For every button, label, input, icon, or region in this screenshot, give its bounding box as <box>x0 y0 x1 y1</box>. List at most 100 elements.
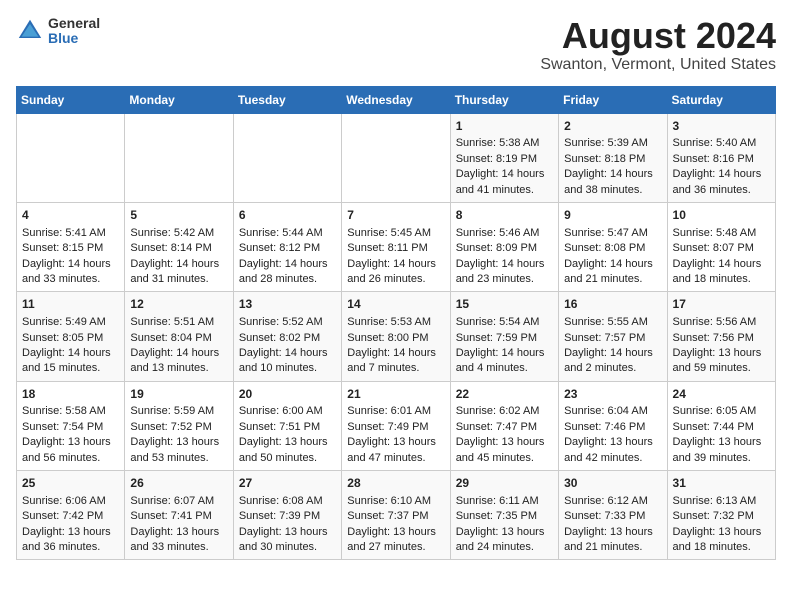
calendar-cell: 3Sunrise: 5:40 AMSunset: 8:16 PMDaylight… <box>667 113 775 202</box>
cell-text: Daylight: 13 hours <box>22 435 119 450</box>
day-number: 13 <box>239 296 336 313</box>
calendar-cell: 31Sunrise: 6:13 AMSunset: 7:32 PMDayligh… <box>667 471 775 560</box>
cell-text: Daylight: 14 hours <box>673 167 770 182</box>
cell-text: Sunrise: 5:42 AM <box>130 226 227 241</box>
cell-text: Daylight: 14 hours <box>564 167 661 182</box>
day-number: 19 <box>130 386 227 403</box>
col-header-sunday: Sunday <box>17 86 125 113</box>
calendar-cell: 26Sunrise: 6:07 AMSunset: 7:41 PMDayligh… <box>125 471 233 560</box>
logo: General Blue <box>16 16 100 47</box>
cell-text: and 39 minutes. <box>673 451 770 466</box>
day-number: 28 <box>347 475 444 492</box>
cell-text: and 50 minutes. <box>239 451 336 466</box>
cell-text: and 13 minutes. <box>130 361 227 376</box>
calendar-cell <box>17 113 125 202</box>
cell-text: Sunrise: 5:52 AM <box>239 315 336 330</box>
calendar-cell: 28Sunrise: 6:10 AMSunset: 7:37 PMDayligh… <box>342 471 450 560</box>
cell-text: Sunset: 8:04 PM <box>130 331 227 346</box>
cell-text: Sunset: 8:07 PM <box>673 241 770 256</box>
cell-text: and 7 minutes. <box>347 361 444 376</box>
day-number: 25 <box>22 475 119 492</box>
day-number: 30 <box>564 475 661 492</box>
cell-text: Daylight: 13 hours <box>239 435 336 450</box>
logo-icon <box>16 17 44 45</box>
col-header-tuesday: Tuesday <box>233 86 341 113</box>
cell-text: Sunrise: 5:47 AM <box>564 226 661 241</box>
title-area: August 2024 Swanton, Vermont, United Sta… <box>540 16 776 74</box>
cell-text: Sunrise: 6:00 AM <box>239 404 336 419</box>
cell-text: and 31 minutes. <box>130 272 227 287</box>
cell-text: Sunset: 8:00 PM <box>347 331 444 346</box>
cell-text: and 59 minutes. <box>673 361 770 376</box>
day-number: 17 <box>673 296 770 313</box>
day-number: 21 <box>347 386 444 403</box>
day-number: 6 <box>239 207 336 224</box>
calendar-cell: 2Sunrise: 5:39 AMSunset: 8:18 PMDaylight… <box>559 113 667 202</box>
cell-text: Sunrise: 6:13 AM <box>673 494 770 509</box>
cell-text: Sunrise: 6:04 AM <box>564 404 661 419</box>
col-header-monday: Monday <box>125 86 233 113</box>
cell-text: Sunset: 7:47 PM <box>456 420 553 435</box>
cell-text: Daylight: 13 hours <box>564 525 661 540</box>
cell-text: Sunset: 7:57 PM <box>564 331 661 346</box>
cell-text: Sunset: 7:39 PM <box>239 509 336 524</box>
day-number: 31 <box>673 475 770 492</box>
calendar-cell: 10Sunrise: 5:48 AMSunset: 8:07 PMDayligh… <box>667 202 775 291</box>
cell-text: and 10 minutes. <box>239 361 336 376</box>
cell-text: Sunset: 8:15 PM <box>22 241 119 256</box>
cell-text: Sunrise: 5:44 AM <box>239 226 336 241</box>
calendar-cell: 27Sunrise: 6:08 AMSunset: 7:39 PMDayligh… <box>233 471 341 560</box>
cell-text: Sunrise: 6:08 AM <box>239 494 336 509</box>
cell-text: Sunset: 8:08 PM <box>564 241 661 256</box>
cell-text: Sunset: 7:35 PM <box>456 509 553 524</box>
cell-text: Daylight: 14 hours <box>22 257 119 272</box>
cell-text: and 53 minutes. <box>130 451 227 466</box>
logo-text: General Blue <box>48 16 100 47</box>
day-number: 7 <box>347 207 444 224</box>
cell-text: Sunset: 8:11 PM <box>347 241 444 256</box>
cell-text: and 36 minutes. <box>22 540 119 555</box>
cell-text: Sunrise: 6:01 AM <box>347 404 444 419</box>
day-number: 8 <box>456 207 553 224</box>
calendar-cell: 17Sunrise: 5:56 AMSunset: 7:56 PMDayligh… <box>667 292 775 381</box>
cell-text: Sunset: 7:52 PM <box>130 420 227 435</box>
calendar-cell <box>342 113 450 202</box>
cell-text: and 21 minutes. <box>564 540 661 555</box>
cell-text: Sunrise: 6:10 AM <box>347 494 444 509</box>
page-header: General Blue August 2024 Swanton, Vermon… <box>16 16 776 74</box>
calendar-cell <box>233 113 341 202</box>
calendar-cell: 5Sunrise: 5:42 AMSunset: 8:14 PMDaylight… <box>125 202 233 291</box>
cell-text: Sunrise: 5:48 AM <box>673 226 770 241</box>
cell-text: Sunset: 7:49 PM <box>347 420 444 435</box>
calendar-cell: 24Sunrise: 6:05 AMSunset: 7:44 PMDayligh… <box>667 381 775 470</box>
cell-text: and 15 minutes. <box>22 361 119 376</box>
cell-text: Sunrise: 5:51 AM <box>130 315 227 330</box>
calendar-cell: 9Sunrise: 5:47 AMSunset: 8:08 PMDaylight… <box>559 202 667 291</box>
cell-text: Sunset: 8:14 PM <box>130 241 227 256</box>
week-row-4: 18Sunrise: 5:58 AMSunset: 7:54 PMDayligh… <box>17 381 776 470</box>
day-number: 27 <box>239 475 336 492</box>
cell-text: and 36 minutes. <box>673 183 770 198</box>
logo-blue: Blue <box>48 31 100 46</box>
day-number: 15 <box>456 296 553 313</box>
cell-text: and 42 minutes. <box>564 451 661 466</box>
cell-text: and 45 minutes. <box>456 451 553 466</box>
main-title: August 2024 <box>540 16 776 56</box>
cell-text: Sunset: 7:37 PM <box>347 509 444 524</box>
cell-text: Sunset: 8:18 PM <box>564 152 661 167</box>
col-header-wednesday: Wednesday <box>342 86 450 113</box>
cell-text: and 4 minutes. <box>456 361 553 376</box>
cell-text: Sunset: 8:09 PM <box>456 241 553 256</box>
calendar-cell: 8Sunrise: 5:46 AMSunset: 8:09 PMDaylight… <box>450 202 558 291</box>
calendar-cell: 1Sunrise: 5:38 AMSunset: 8:19 PMDaylight… <box>450 113 558 202</box>
cell-text: and 2 minutes. <box>564 361 661 376</box>
day-number: 1 <box>456 118 553 135</box>
cell-text: Sunset: 8:19 PM <box>456 152 553 167</box>
calendar-cell: 13Sunrise: 5:52 AMSunset: 8:02 PMDayligh… <box>233 292 341 381</box>
cell-text: Daylight: 14 hours <box>130 346 227 361</box>
calendar-cell: 7Sunrise: 5:45 AMSunset: 8:11 PMDaylight… <box>342 202 450 291</box>
cell-text: Sunrise: 6:06 AM <box>22 494 119 509</box>
cell-text: Daylight: 13 hours <box>564 435 661 450</box>
cell-text: Daylight: 14 hours <box>347 346 444 361</box>
cell-text: and 27 minutes. <box>347 540 444 555</box>
